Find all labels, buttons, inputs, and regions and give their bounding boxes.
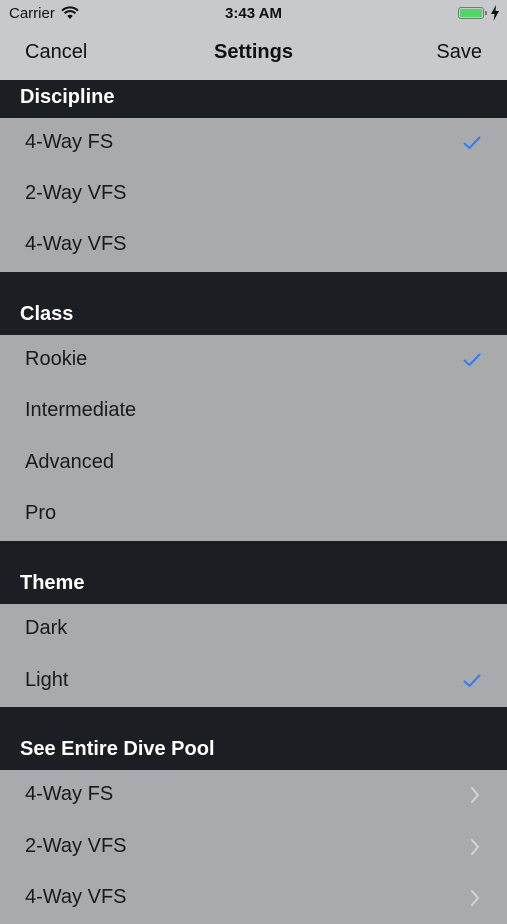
checkmark-icon bbox=[463, 353, 481, 366]
option-label: 4-Way FS bbox=[25, 131, 114, 153]
option-class-advanced[interactable]: Advanced bbox=[0, 438, 507, 489]
section-header-discipline: Discipline bbox=[0, 80, 507, 118]
option-discipline-4-way-vfs[interactable]: 4-Way VFS bbox=[0, 220, 507, 271]
navigation-bar: Cancel Settings Save bbox=[0, 28, 507, 80]
page-title: Settings bbox=[214, 41, 293, 63]
section-title: Class bbox=[20, 303, 74, 325]
option-label: Pro bbox=[25, 502, 57, 524]
status-time: 3:43 AM bbox=[225, 5, 282, 22]
option-label: 4-Way VFS bbox=[25, 233, 127, 255]
battery-icon bbox=[458, 7, 484, 19]
option-label: Light bbox=[25, 669, 69, 691]
option-class-pro[interactable]: Pro bbox=[0, 489, 507, 540]
option-theme-dark[interactable]: Dark bbox=[0, 604, 507, 655]
option-class-rookie[interactable]: Rookie bbox=[0, 335, 507, 386]
battery-nub bbox=[485, 11, 487, 15]
option-label: Intermediate bbox=[25, 399, 137, 421]
section-title: Discipline bbox=[20, 86, 115, 108]
option-label: 4-Way VFS bbox=[25, 886, 127, 908]
chevron-right-icon bbox=[471, 890, 479, 906]
dive-pool-link-4-way-fs[interactable]: 4-Way FS bbox=[0, 770, 507, 821]
checkmark-icon bbox=[463, 136, 481, 149]
option-discipline-2-way-vfs[interactable]: 2-Way VFS bbox=[0, 169, 507, 220]
section-header-class: Class bbox=[0, 272, 507, 335]
option-label: Dark bbox=[25, 617, 68, 639]
section-header-dive-pool: See Entire Dive Pool bbox=[0, 707, 507, 770]
option-label: Advanced bbox=[25, 451, 114, 473]
save-button[interactable]: Save bbox=[436, 41, 482, 64]
section-title: See Entire Dive Pool bbox=[20, 738, 215, 760]
option-class-intermediate[interactable]: Intermediate bbox=[0, 386, 507, 437]
dive-pool-link-2-way-vfs[interactable]: 2-Way VFS bbox=[0, 822, 507, 873]
section-title: Theme bbox=[20, 572, 85, 594]
option-theme-light[interactable]: Light bbox=[0, 656, 507, 707]
dive-pool-link-4-way-vfs[interactable]: 4-Way VFS bbox=[0, 873, 507, 924]
option-label: 2-Way VFS bbox=[25, 835, 127, 857]
option-label: Rookie bbox=[25, 348, 88, 370]
status-bar: Carrier 3:43 AM bbox=[0, 0, 507, 28]
chevron-right-icon bbox=[471, 787, 479, 803]
option-discipline-4-way-fs[interactable]: 4-Way FS bbox=[0, 118, 507, 169]
checkmark-icon bbox=[463, 674, 481, 687]
chevron-right-icon bbox=[471, 839, 479, 855]
option-label: 4-Way FS bbox=[25, 783, 114, 805]
option-label: 2-Way VFS bbox=[25, 182, 127, 204]
charging-bolt-icon bbox=[491, 5, 499, 21]
section-header-theme: Theme bbox=[0, 541, 507, 604]
